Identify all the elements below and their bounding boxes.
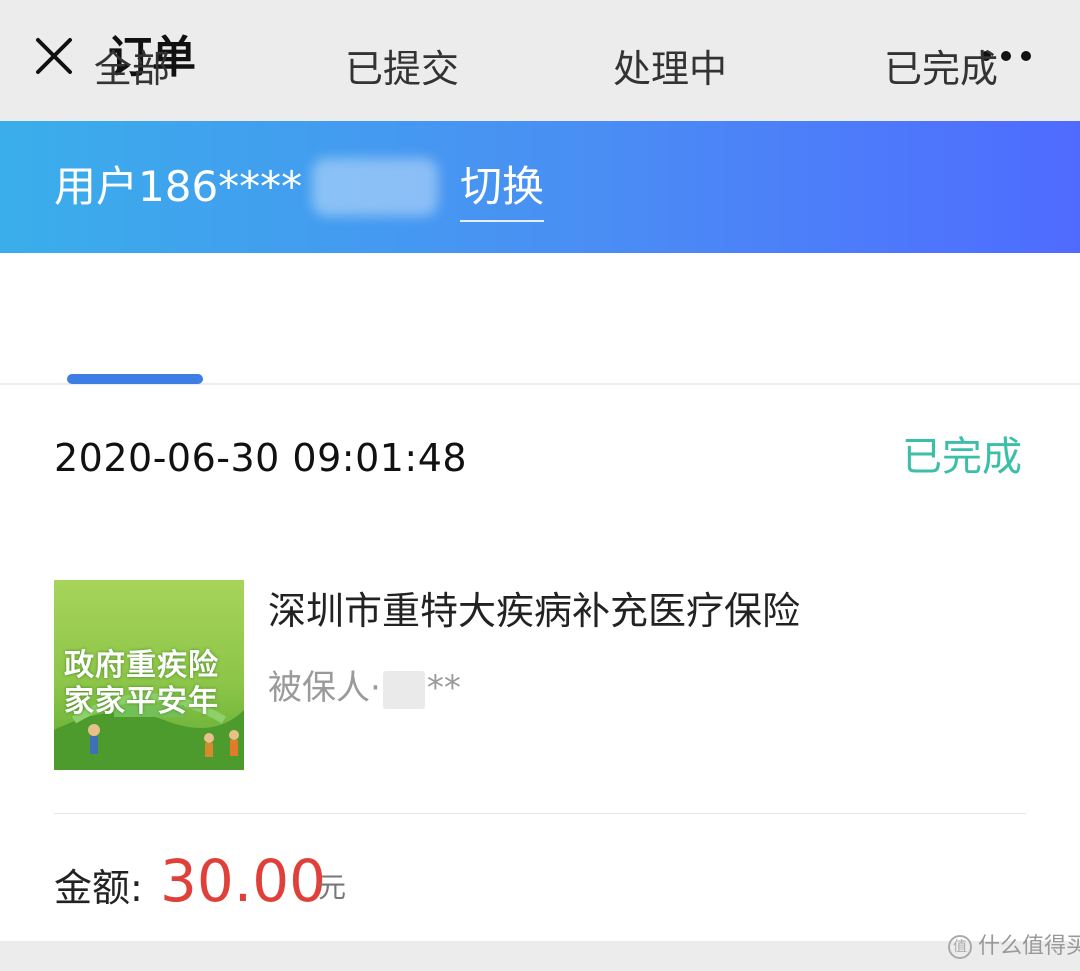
insured-redaction [382, 670, 425, 709]
switch-user-link[interactable]: 切换 [460, 160, 545, 222]
watermark-logo-icon: 值 [948, 935, 972, 959]
insured-label: 被保人· [268, 668, 381, 708]
amount-label: 金额: [54, 866, 143, 910]
tab-processing[interactable]: 处理中 [613, 44, 727, 94]
tab-all[interactable]: 全部 [94, 44, 170, 94]
tab-submitted[interactable]: 已提交 [345, 44, 459, 94]
tab-active-indicator [67, 374, 203, 384]
amount-unit: 元 [318, 871, 347, 904]
thumbnail-caption-line2: 家家平安年 [64, 684, 219, 719]
phone-redaction [312, 158, 438, 216]
order-status: 已完成 [902, 434, 1022, 480]
watermark-text: 什么值得买 [978, 934, 1080, 959]
product-name[interactable]: 深圳市重特大疾病补充医疗保险 [268, 586, 800, 636]
close-button[interactable] [24, 26, 86, 88]
tab-completed[interactable]: 已完成 [884, 44, 998, 94]
user-phone: 用户186**** [54, 162, 303, 211]
divider [54, 813, 1026, 814]
order-time: 2020-06-30 09:01:48 [54, 436, 468, 480]
amount-value: 30.00 [160, 847, 327, 915]
insured-name-masked: ** [426, 668, 461, 708]
product-thumbnail[interactable]: 政府重疾险 家家平安年 [54, 580, 244, 770]
close-icon [36, 38, 72, 74]
watermark: 值什么值得买 [948, 932, 1080, 962]
tab-bar [0, 253, 1080, 384]
insured-person: 被保人· ** [268, 665, 461, 711]
